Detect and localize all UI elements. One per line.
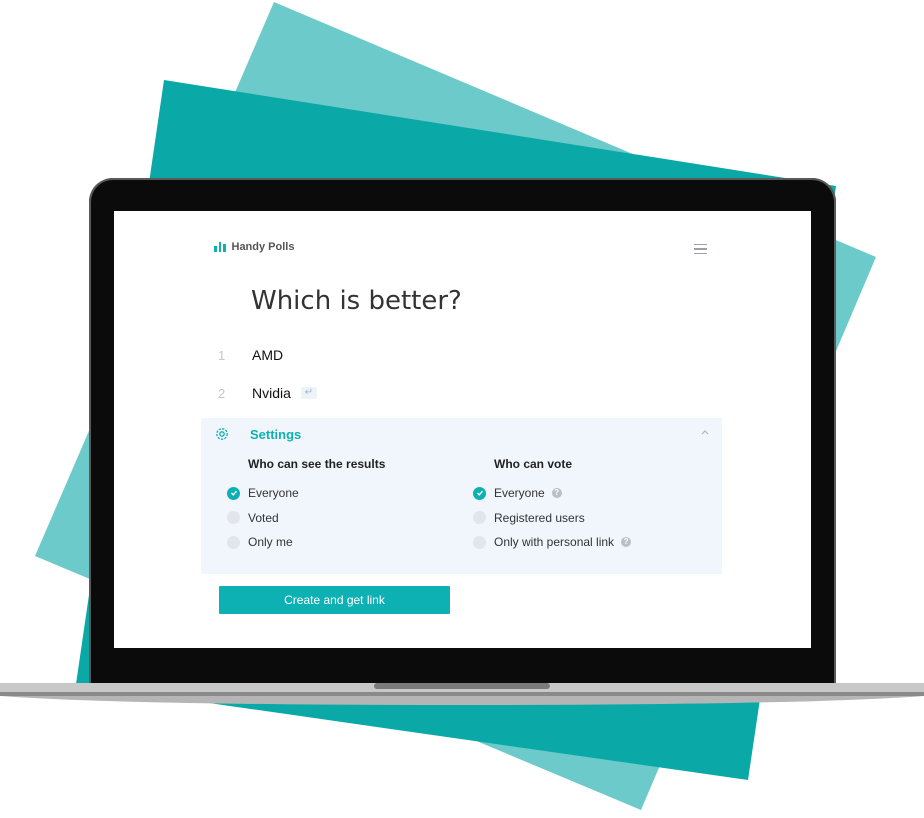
create-link-button[interactable]: Create and get link: [219, 586, 450, 614]
option-label[interactable]: Nvidia: [252, 385, 291, 401]
radio-vote-everyone[interactable]: Everyone ?: [473, 481, 631, 506]
radio-vote-registered[interactable]: Registered users: [473, 506, 631, 531]
results-visibility-group: Who can see the results Everyone Voted O…: [227, 457, 385, 555]
radio-label: Voted: [248, 510, 279, 525]
help-icon[interactable]: ?: [621, 537, 632, 548]
settings-title: Settings: [250, 426, 302, 442]
radio-vote-personal-link[interactable]: Only with personal link ?: [473, 530, 632, 555]
radio-results-only-me[interactable]: Only me: [227, 530, 385, 555]
radio-label: Only me: [248, 535, 293, 550]
help-icon[interactable]: ?: [551, 488, 562, 499]
voting-permission-group: Who can vote Everyone ? Registered users…: [473, 457, 632, 555]
laptop-screen: Handy Polls Which is better? 1 AMD 2 Nvi…: [114, 211, 811, 648]
radio-label: Everyone: [494, 486, 545, 501]
radio-results-everyone[interactable]: Everyone: [227, 481, 385, 506]
brand-name: Handy Polls: [231, 241, 295, 253]
settings-header[interactable]: Settings: [214, 426, 301, 442]
option-label[interactable]: AMD: [252, 347, 283, 363]
poll-option-2[interactable]: 2 Nvidia ↵: [218, 385, 317, 401]
radio-label: Only with personal link: [494, 535, 615, 550]
radio-label: Registered users: [494, 510, 585, 525]
radio-circle: [473, 535, 486, 549]
laptop-base: [0, 683, 924, 705]
check-icon: [473, 486, 486, 500]
radio-results-voted[interactable]: Voted: [227, 506, 385, 531]
check-icon: [227, 486, 240, 500]
option-number: 2: [218, 385, 226, 401]
poll-question[interactable]: Which is better?: [251, 286, 462, 316]
poll-option-1[interactable]: 1 AMD: [218, 347, 283, 363]
radio-circle: [227, 535, 240, 549]
voting-permission-title: Who can vote: [494, 457, 573, 471]
chevron-up-icon[interactable]: [701, 429, 709, 435]
radio-label: Everyone: [248, 486, 299, 501]
brand-logo[interactable]: Handy Polls: [214, 241, 294, 253]
radio-circle: [473, 511, 486, 525]
enter-key-icon: ↵: [300, 387, 317, 399]
results-visibility-title: Who can see the results: [248, 457, 386, 471]
radio-circle: [227, 511, 240, 525]
option-number: 1: [218, 347, 226, 363]
hamburger-menu-icon[interactable]: [694, 244, 707, 257]
settings-panel: Settings Who can see the results Everyon…: [201, 418, 722, 574]
gear-icon: [216, 428, 228, 440]
bar-chart-icon: [214, 242, 226, 252]
